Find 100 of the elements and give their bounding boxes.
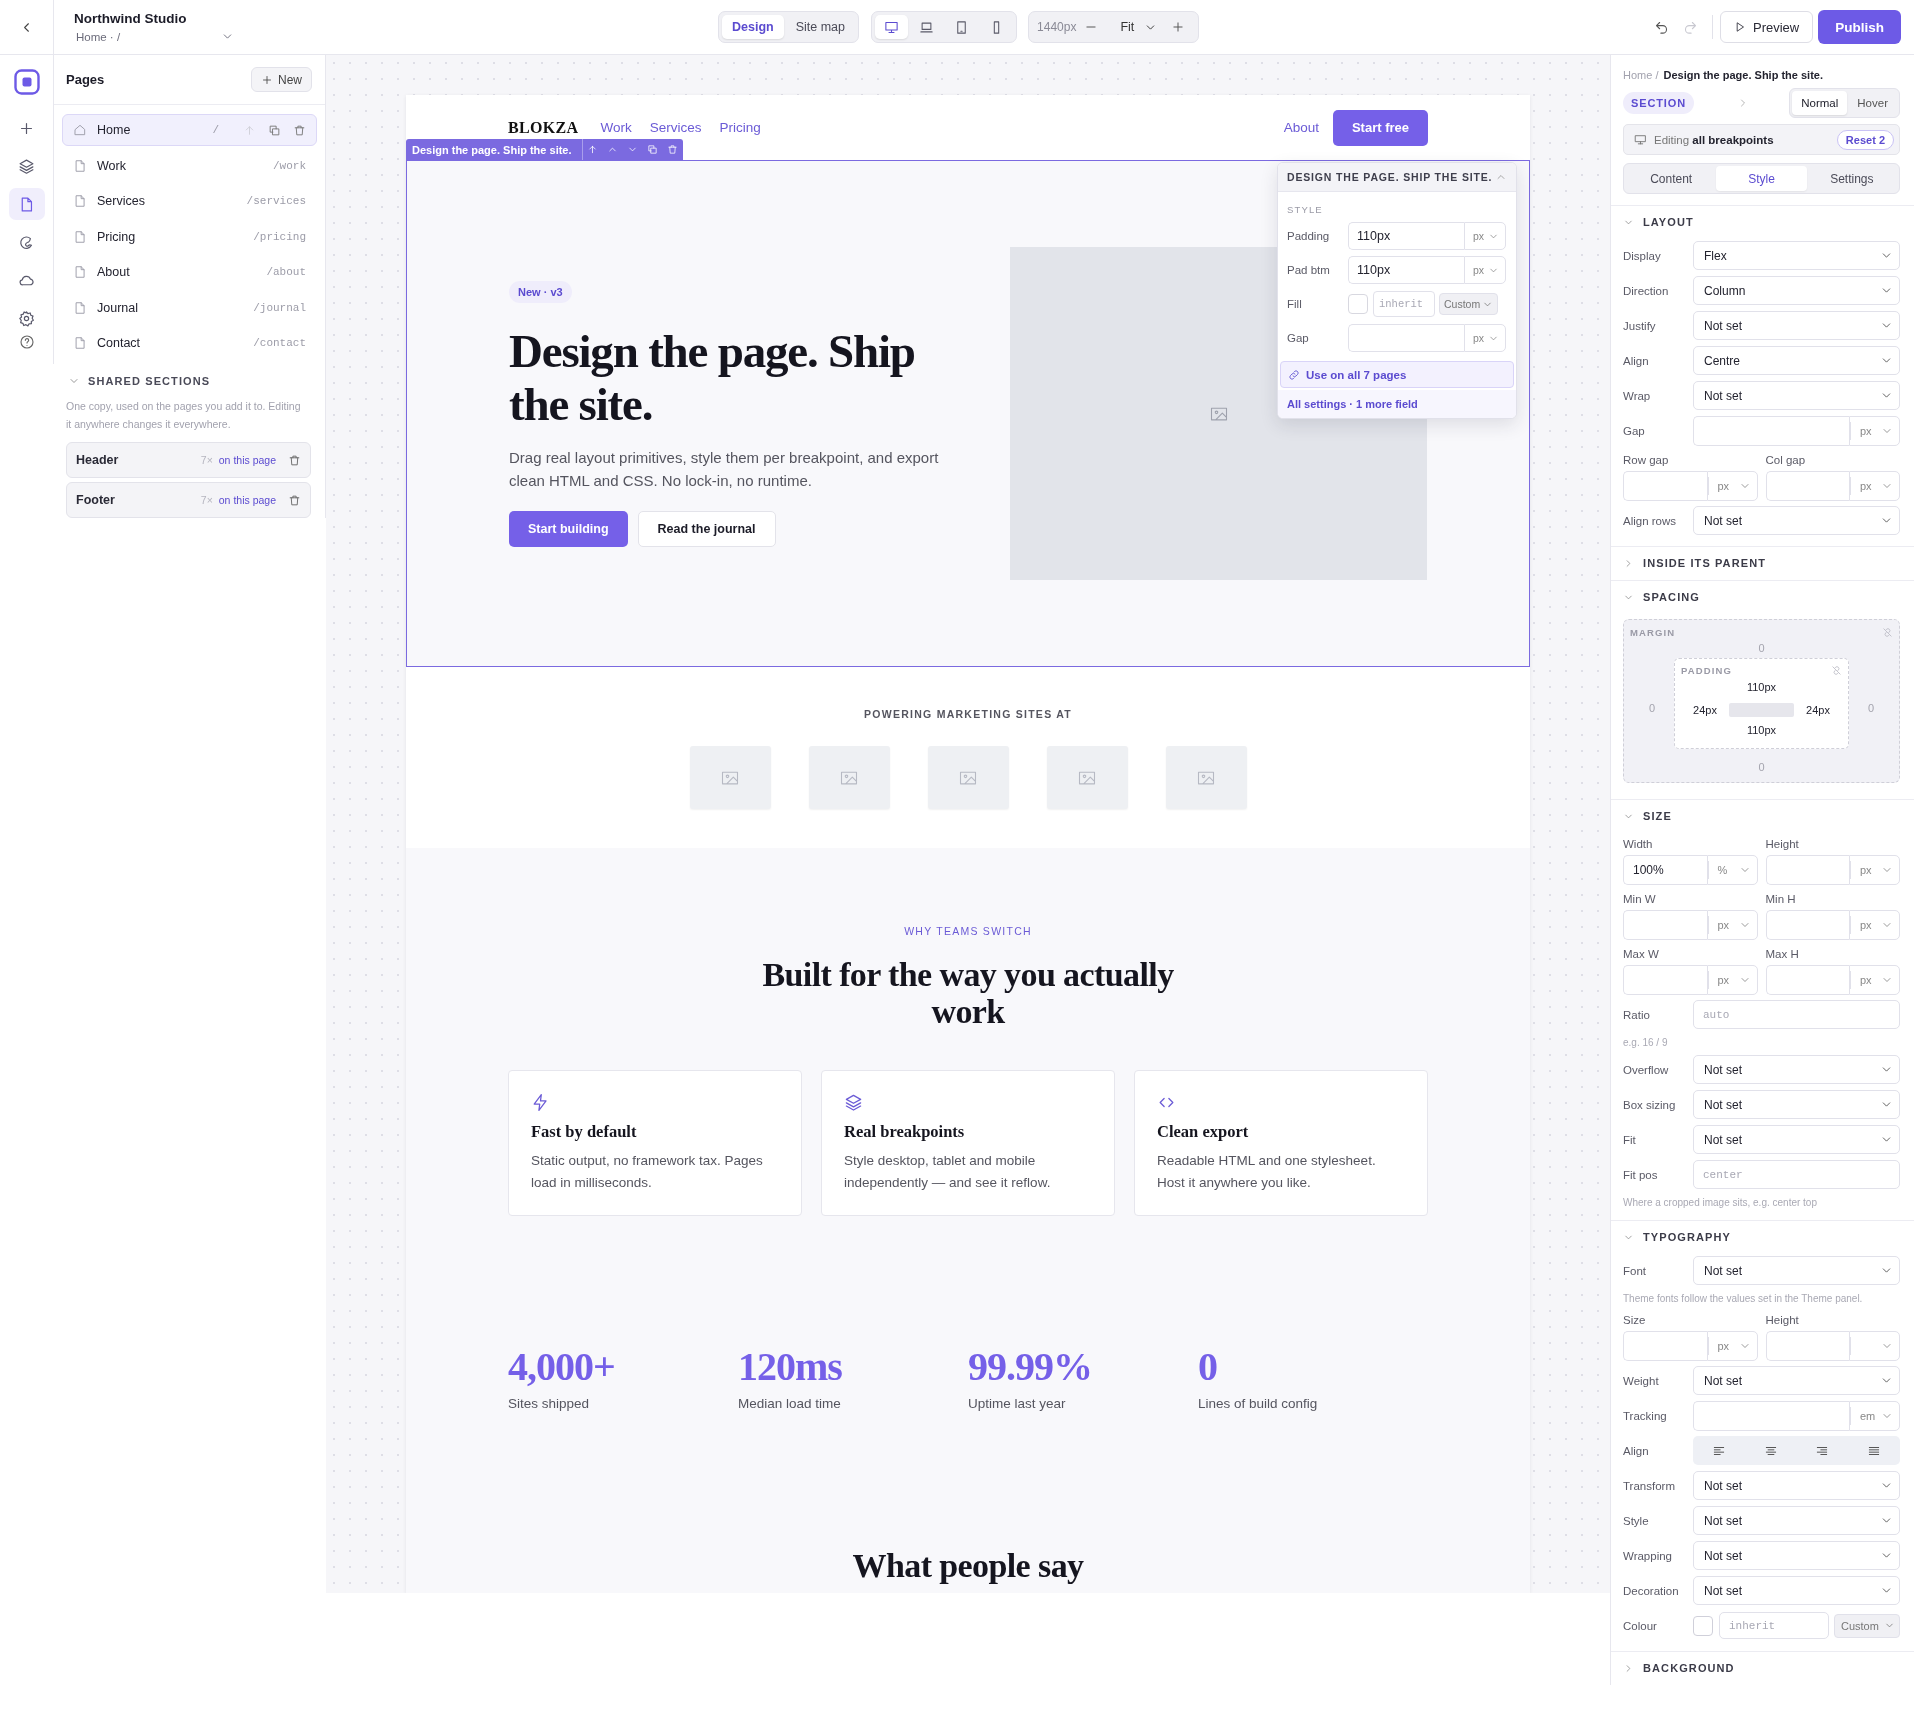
- section-toggle[interactable]: LAYOUT: [1623, 206, 1900, 238]
- number-input[interactable]: [1765, 965, 1849, 995]
- unlink-icon[interactable]: [1831, 664, 1842, 676]
- nav-link[interactable]: Pricing: [719, 120, 761, 135]
- dropdown[interactable]: Not set: [1693, 506, 1900, 535]
- number-input[interactable]: [1765, 855, 1849, 885]
- number-input[interactable]: [1623, 910, 1707, 940]
- number-input[interactable]: [1623, 965, 1707, 995]
- dropdown[interactable]: Not set: [1693, 1506, 1900, 1535]
- dropdown[interactable]: Not set: [1693, 1125, 1900, 1154]
- section-toggle[interactable]: SIZE: [1623, 800, 1900, 832]
- page-item[interactable]: Work /work: [62, 149, 317, 182]
- number-input[interactable]: 110px: [1348, 222, 1464, 250]
- dropdown[interactable]: Not set: [1693, 1576, 1900, 1605]
- number-input[interactable]: [1765, 1331, 1849, 1361]
- state-tab[interactable]: Normal: [1792, 91, 1848, 115]
- new-page-button[interactable]: New: [251, 67, 312, 92]
- number-input[interactable]: [1765, 471, 1849, 501]
- unit-dropdown[interactable]: px: [1706, 965, 1758, 995]
- unit-dropdown[interactable]: px: [1706, 1331, 1758, 1361]
- unlink-icon[interactable]: [1882, 626, 1893, 638]
- all-settings-link[interactable]: All settings · 1 more field: [1278, 390, 1516, 418]
- undo-button[interactable]: [1654, 19, 1669, 35]
- section-toggle[interactable]: BACKGROUND: [1623, 1652, 1900, 1684]
- mode-tab[interactable]: Site map: [785, 15, 856, 39]
- unit-dropdown[interactable]: px: [1849, 415, 1900, 446]
- spacing-value[interactable]: 24px: [1794, 698, 1842, 721]
- colour-input[interactable]: inherit: [1373, 291, 1435, 317]
- colour-mode-dropdown[interactable]: Custom: [1439, 293, 1499, 315]
- publish-button[interactable]: Publish: [1818, 10, 1901, 44]
- nav-link[interactable]: Services: [649, 120, 702, 135]
- spacing-value[interactable]: 110px: [1729, 676, 1794, 698]
- read-journal-button[interactable]: Read the journal: [637, 510, 776, 547]
- page-item[interactable]: Journal /journal: [62, 291, 317, 324]
- number-input[interactable]: [1693, 415, 1849, 446]
- unit-dropdown[interactable]: px: [1849, 910, 1900, 940]
- page-item[interactable]: Home /: [62, 114, 317, 146]
- reset-button[interactable]: Reset 2: [1836, 129, 1894, 150]
- unit-dropdown[interactable]: [1849, 1331, 1900, 1361]
- nav-link[interactable]: About: [1283, 120, 1319, 135]
- dropdown[interactable]: Not set: [1693, 1256, 1900, 1285]
- spacing-value[interactable]: 24px: [1681, 698, 1729, 721]
- zoom-select[interactable]: Fit: [1120, 20, 1158, 34]
- start-free-button[interactable]: Start free: [1332, 109, 1428, 146]
- number-input[interactable]: [1623, 471, 1707, 501]
- number-input[interactable]: [1765, 910, 1849, 940]
- trash-icon[interactable]: [293, 123, 306, 137]
- colour-mode-dropdown[interactable]: Custom: [1834, 1613, 1900, 1638]
- site-logo[interactable]: BLOKZA: [508, 118, 579, 137]
- text-input[interactable]: auto: [1693, 1000, 1900, 1029]
- state-tab[interactable]: Hover: [1848, 91, 1897, 115]
- dropdown[interactable]: Not set: [1693, 1471, 1900, 1500]
- preview-button[interactable]: Preview: [1720, 11, 1814, 43]
- colour-swatch[interactable]: [1693, 1615, 1713, 1636]
- spacing-value[interactable]: 110px: [1729, 721, 1794, 739]
- section-toggle[interactable]: INSIDE ITS PARENT: [1623, 547, 1900, 579]
- shared-section-card[interactable]: Header 7× on this page: [66, 442, 311, 478]
- page-item[interactable]: Contact /contact: [62, 327, 317, 359]
- page-item[interactable]: About /about: [62, 256, 317, 288]
- zoom-in-button[interactable]: [1171, 20, 1186, 34]
- trash-icon[interactable]: [288, 453, 301, 467]
- unit-dropdown[interactable]: px: [1849, 855, 1900, 885]
- start-building-button[interactable]: Start building: [509, 510, 628, 547]
- trash-icon[interactable]: [288, 493, 301, 507]
- dropdown[interactable]: Not set: [1693, 381, 1900, 410]
- unit-dropdown[interactable]: px: [1849, 965, 1900, 995]
- unit-dropdown[interactable]: px: [1464, 222, 1506, 250]
- colour-swatch[interactable]: [1348, 294, 1368, 314]
- panel-tab[interactable]: Style: [1716, 166, 1807, 191]
- panel-tab[interactable]: Content: [1626, 166, 1717, 191]
- dropdown[interactable]: Not set: [1693, 1055, 1900, 1084]
- dropdown[interactable]: Centre: [1693, 346, 1900, 375]
- unit-dropdown[interactable]: em: [1849, 1400, 1900, 1431]
- number-input[interactable]: [1693, 1400, 1849, 1431]
- section-toggle[interactable]: SHARED SECTIONS: [68, 375, 211, 387]
- unit-dropdown[interactable]: px: [1849, 471, 1900, 501]
- number-input[interactable]: [1623, 1331, 1707, 1361]
- nav-link[interactable]: Work: [600, 120, 632, 135]
- page-item[interactable]: Pricing /pricing: [62, 220, 317, 253]
- unit-dropdown[interactable]: px: [1706, 471, 1758, 501]
- unit-dropdown[interactable]: px: [1464, 324, 1506, 352]
- page-link[interactable]: on this page: [218, 454, 276, 466]
- device-button[interactable]: [875, 15, 909, 39]
- page-item[interactable]: Services /services: [62, 185, 317, 217]
- dropdown[interactable]: Flex: [1693, 241, 1900, 270]
- unit-dropdown[interactable]: px: [1464, 256, 1506, 284]
- page-switcher[interactable]: Home · /: [74, 30, 234, 43]
- number-input[interactable]: [1348, 324, 1464, 352]
- help-button[interactable]: [18, 334, 35, 350]
- shared-section-card[interactable]: Footer 7× on this page: [66, 482, 311, 518]
- pages-button[interactable]: [8, 188, 45, 220]
- colour-input[interactable]: inherit: [1719, 1612, 1829, 1639]
- dropdown[interactable]: Not set: [1693, 311, 1900, 340]
- section-toggle[interactable]: TYPOGRAPHY: [1623, 1221, 1900, 1253]
- number-input[interactable]: 110px: [1348, 256, 1464, 284]
- dropdown[interactable]: Not set: [1693, 1541, 1900, 1570]
- copy-icon[interactable]: [268, 123, 281, 137]
- page-link[interactable]: on this page: [218, 494, 276, 506]
- dropdown[interactable]: Column: [1693, 276, 1900, 305]
- panel-tab[interactable]: Settings: [1806, 166, 1897, 191]
